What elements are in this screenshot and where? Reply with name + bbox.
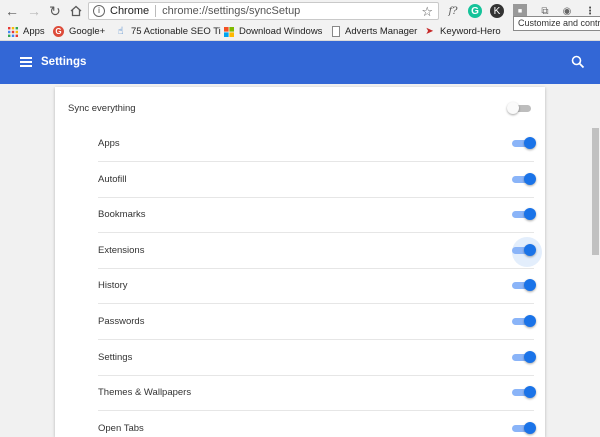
sync-item-toggle[interactable] bbox=[510, 279, 536, 291]
bookmark-google-plus[interactable]: G Google+ bbox=[53, 26, 105, 37]
sync-item-toggle[interactable] bbox=[510, 351, 536, 363]
scrollbar-thumb[interactable] bbox=[592, 128, 599, 255]
bookmark-keyword-hero[interactable]: ➤ Keyword-Hero bbox=[424, 26, 501, 37]
row-divider bbox=[98, 339, 534, 340]
sync-item-toggle[interactable] bbox=[510, 422, 536, 434]
forward-arrow-icon[interactable]: → bbox=[26, 3, 42, 19]
sync-item-toggle[interactable] bbox=[510, 315, 536, 327]
row-divider bbox=[98, 375, 534, 376]
toggle-knob bbox=[524, 208, 536, 220]
toggle-knob bbox=[524, 315, 536, 327]
page-icon bbox=[332, 26, 340, 37]
sync-item-label: Apps bbox=[98, 138, 120, 149]
site-chip-label: Chrome bbox=[110, 5, 150, 17]
row-divider bbox=[98, 161, 534, 162]
sync-item-toggle[interactable] bbox=[510, 386, 536, 398]
bookmarks-bar: Apps G Google+ ☝ 75 Actionable SEO Ti Do… bbox=[0, 22, 600, 41]
seo-pointer-icon: ☝ bbox=[117, 26, 124, 37]
bookmark-download-windows[interactable]: Download Windows bbox=[223, 26, 322, 37]
chrome-info-icon[interactable]: i bbox=[93, 5, 105, 17]
search-icon[interactable] bbox=[571, 55, 585, 69]
toggle-knob bbox=[524, 137, 536, 149]
sync-item-toggle[interactable] bbox=[510, 173, 536, 185]
back-arrow-icon[interactable]: ← bbox=[4, 3, 20, 19]
reload-icon[interactable]: ↻ bbox=[47, 3, 63, 19]
address-bar[interactable]: i Chrome chrome://settings/syncSetup ☆ bbox=[88, 2, 439, 20]
bookmark-adverts-manager[interactable]: Adverts Manager bbox=[332, 26, 417, 37]
toggle-knob bbox=[524, 422, 536, 434]
row-divider bbox=[98, 232, 534, 233]
row-divider bbox=[98, 410, 534, 411]
sync-item-toggle[interactable] bbox=[510, 137, 536, 149]
bookmark-seo-tips[interactable]: ☝ 75 Actionable SEO Ti bbox=[115, 26, 221, 37]
hamburger-menu-icon[interactable] bbox=[20, 57, 32, 67]
sync-everything-label: Sync everything bbox=[68, 103, 136, 114]
settings-header: Settings bbox=[0, 41, 600, 84]
toggle-knob bbox=[524, 244, 536, 256]
bookmark-apps[interactable]: Apps bbox=[7, 26, 45, 37]
sync-item-toggle[interactable] bbox=[510, 208, 536, 220]
bookmark-label: Apps bbox=[23, 26, 45, 37]
row-divider bbox=[98, 268, 534, 269]
sync-item-label: Autofill bbox=[98, 174, 127, 185]
bookmark-label: Keyword-Hero bbox=[440, 26, 501, 37]
keyword-hero-icon: ➤ bbox=[425, 26, 434, 37]
grammarly-extension-icon[interactable]: G bbox=[468, 4, 482, 18]
omnibox-separator bbox=[155, 5, 157, 17]
sync-item-label: Passwords bbox=[98, 316, 145, 327]
toggle-knob bbox=[524, 386, 536, 398]
row-divider bbox=[98, 303, 534, 304]
sync-item-label: Settings bbox=[98, 352, 133, 363]
sync-settings-card bbox=[55, 87, 545, 437]
google-plus-icon: G bbox=[53, 26, 64, 37]
bookmark-label: Download Windows bbox=[239, 26, 323, 37]
page-title: Settings bbox=[41, 56, 87, 68]
url-text[interactable]: chrome://settings/syncSetup bbox=[162, 5, 300, 17]
toggle-knob bbox=[524, 173, 536, 185]
home-icon[interactable] bbox=[68, 3, 84, 19]
fx-extension-icon[interactable]: f? bbox=[446, 4, 460, 18]
sync-item-label: Bookmarks bbox=[98, 209, 146, 220]
sync-item-toggle[interactable] bbox=[510, 244, 536, 256]
toggle-knob bbox=[524, 351, 536, 363]
k-extension-icon[interactable]: K bbox=[490, 4, 504, 18]
bookmark-star-icon[interactable]: ☆ bbox=[421, 4, 433, 20]
sync-item-label: Themes & Wallpapers bbox=[98, 387, 192, 398]
sync-item-label: Open Tabs bbox=[98, 423, 144, 434]
windows-logo-icon bbox=[223, 26, 234, 37]
menu-tooltip: Customize and control bbox=[513, 16, 600, 31]
row-divider bbox=[98, 197, 534, 198]
sync-item-label: History bbox=[98, 280, 128, 291]
bookmark-label: Adverts Manager bbox=[345, 26, 418, 37]
bookmark-label: Google+ bbox=[69, 26, 106, 37]
browser-toolbar: ← → ↻ i Chrome chrome://settings/syncSet… bbox=[0, 0, 600, 22]
bookmark-label: 75 Actionable SEO Ti bbox=[131, 26, 221, 37]
apps-grid-icon bbox=[7, 26, 18, 37]
toggle-knob bbox=[507, 102, 519, 114]
sync-item-label: Extensions bbox=[98, 245, 145, 256]
toggle-knob bbox=[524, 279, 536, 291]
sync-everything-toggle[interactable] bbox=[507, 102, 533, 114]
